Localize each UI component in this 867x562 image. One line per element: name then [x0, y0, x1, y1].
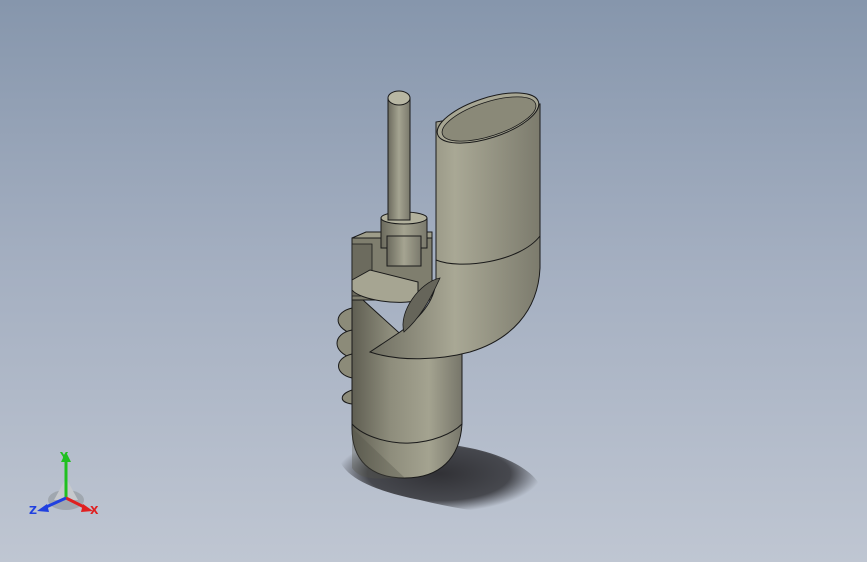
model-view[interactable] — [0, 0, 867, 562]
y-axis-label: Y — [59, 450, 69, 463]
x-axis-label: X — [90, 504, 99, 517]
z-axis-arrow — [37, 504, 49, 512]
graphics-viewport[interactable]: Y X Z — [0, 0, 867, 562]
z-axis-label: Z — [29, 504, 37, 517]
helical-fins[interactable] — [336, 307, 353, 405]
drive-shaft[interactable] — [380, 90, 428, 267]
coordinate-triad: Y X Z — [29, 450, 99, 517]
